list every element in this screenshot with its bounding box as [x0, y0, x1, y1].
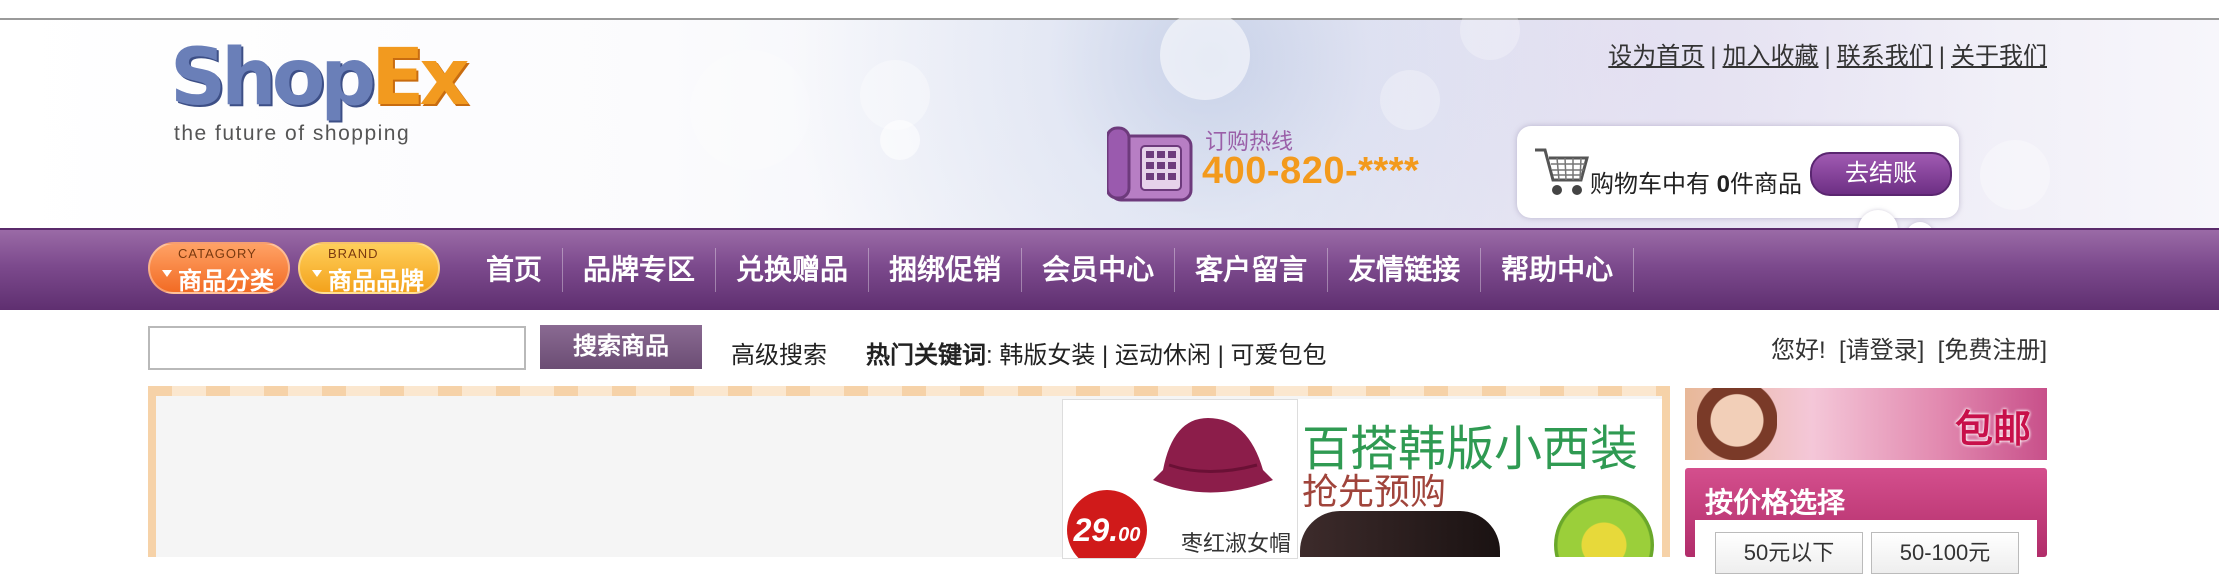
logo-word-ex: Ex: [371, 33, 470, 123]
telephone-icon: [1107, 126, 1193, 202]
nav-links: 首页 品牌专区 兑换赠品 捆绑促销 会员中心 客户留言 友情链接 帮助中心: [470, 230, 1635, 310]
nav-item-bundles[interactable]: 捆绑促销: [869, 248, 1023, 292]
nav-item-feedback[interactable]: 客户留言: [1175, 248, 1329, 292]
login-bar: 您好! [请登录] [免费注册]: [1771, 330, 2047, 365]
price-filter-body: 50元以下 50-100元: [1695, 520, 2037, 574]
free-shipping-label: 包邮: [1954, 409, 2031, 451]
brand-menu-button[interactable]: BRAND 商品品牌: [298, 242, 440, 295]
search-button[interactable]: 搜索商品: [540, 325, 702, 369]
nav-item-home[interactable]: 首页: [470, 248, 564, 292]
about-us-link[interactable]: 关于我们: [1951, 43, 2047, 70]
nav-item-help[interactable]: 帮助中心: [1481, 248, 1635, 292]
cart-summary: 购物车中有 0件商品 去结账: [1517, 126, 1959, 218]
checkout-button[interactable]: 去结账: [1810, 152, 1952, 196]
model-photo: [1697, 388, 1777, 460]
hat-image: [1153, 418, 1273, 493]
hot-keyword-link[interactable]: 韩版女装: [999, 342, 1095, 369]
hot-keywords-label: 热门关键词: [866, 342, 986, 369]
advanced-search-link[interactable]: 高级搜索: [731, 335, 827, 370]
shopping-cart-icon: [1535, 148, 1589, 195]
hot-keywords: 热门关键词: 韩版女装 | 运动休闲 | 可爱包包: [866, 342, 1327, 369]
top-border: [0, 0, 2219, 20]
price-option[interactable]: 50-100元: [1871, 532, 2019, 574]
chevron-down-icon: [162, 270, 172, 277]
nav-item-links[interactable]: 友情链接: [1328, 248, 1482, 292]
add-favorite-link[interactable]: 加入收藏: [1723, 43, 1819, 70]
nav-item-brands[interactable]: 品牌专区: [563, 248, 717, 292]
set-homepage-link[interactable]: 设为首页: [1608, 43, 1704, 70]
main-nav: CATAGORY 商品分类 BRAND 商品品牌 首页 品牌专区 兑换赠品 捆绑…: [0, 228, 2219, 310]
hot-keyword-link[interactable]: 可爱包包: [1231, 342, 1327, 369]
promo-hat[interactable]: 29.00 枣红淑女帽: [1062, 399, 1298, 559]
hotline-number: 400-820-****: [1202, 150, 1420, 192]
search-input[interactable]: [148, 326, 526, 370]
price-filter-panel: 按价格选择 50元以下 50-100元: [1685, 468, 2047, 574]
greeting-text: 您好!: [1770, 337, 1826, 364]
logo-word-shop: Shop: [170, 33, 376, 123]
logo-tagline: the future of shopping: [174, 122, 411, 145]
flower-decoration: [1554, 495, 1654, 557]
model-photo: [1300, 511, 1500, 557]
hot-keyword-link[interactable]: 运动休闲: [1115, 342, 1211, 369]
category-menu-button[interactable]: CATAGORY 商品分类: [148, 242, 290, 295]
cart-text: 购物车中有 0件商品: [1590, 171, 1803, 198]
nav-item-member[interactable]: 会员中心: [1022, 248, 1176, 292]
chevron-down-icon: [312, 270, 322, 277]
contact-us-link[interactable]: 联系我们: [1837, 43, 1933, 70]
price-badge: 29.00: [1067, 490, 1147, 558]
login-link[interactable]: [请登录]: [1839, 337, 1924, 364]
cart-count: 0: [1716, 171, 1731, 198]
price-option[interactable]: 50元以下: [1715, 532, 1863, 574]
top-links: 设为首页 | 加入收藏 | 联系我们 | 关于我们: [1608, 43, 2047, 70]
promo-blazer[interactable]: 百搭韩版小西装 抢先预购: [1298, 399, 1662, 557]
shopex-logo[interactable]: ShopEx the future of shopping: [170, 38, 470, 153]
promo-hat-name: 枣红淑女帽: [1181, 531, 1292, 556]
nav-item-gifts[interactable]: 兑换赠品: [716, 248, 870, 292]
price-filter-title: 按价格选择: [1705, 487, 1846, 518]
side-ad-free-shipping[interactable]: 包邮: [1685, 388, 2047, 460]
promo-blazer-subtitle: 抢先预购: [1302, 471, 1447, 512]
register-link[interactable]: [免费注册]: [1938, 337, 2047, 364]
